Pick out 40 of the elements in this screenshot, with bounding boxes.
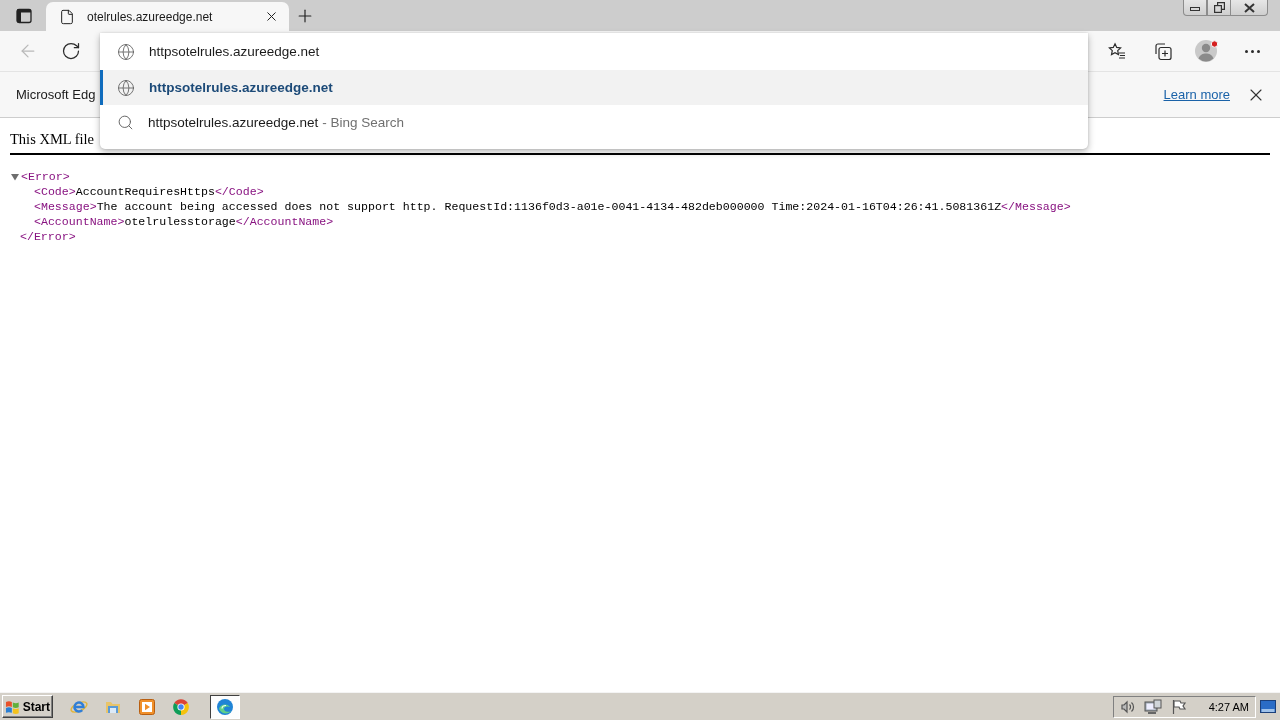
start-button[interactable]: Start (2, 695, 53, 718)
xml-tag: <Error> (21, 169, 70, 184)
address-field[interactable]: httpsotelrules.azureedge.net (100, 33, 1088, 70)
xml-style-note: This XML file (10, 131, 95, 148)
search-icon (117, 114, 134, 131)
infobar-message: Microsoft Edg (16, 87, 96, 102)
desktop-icon[interactable] (1260, 699, 1276, 714)
refresh-icon (61, 41, 81, 61)
learn-more-link[interactable]: Learn more (1163, 87, 1230, 102)
window-panel-icon (16, 8, 32, 24)
close-window-button[interactable] (1231, 0, 1268, 16)
close-icon (1243, 2, 1255, 13)
speaker-icon[interactable] (1118, 698, 1135, 715)
xml-element-line: <Message>The account being accessed does not support http. RequestId:1136f0d3-a01e-0041-4134-482deb000000 Time:2024-01-16T04:26:41.5081361Z</Message> (34, 199, 1071, 214)
page-icon (59, 8, 75, 25)
suggestion-item[interactable]: httpsotelrules.azureedge.net (100, 70, 1088, 105)
xml-element-line: <Code>AccountRequiresHttps</Code> (34, 184, 264, 199)
more-dots-icon (1244, 49, 1260, 53)
xml-tag: </Error> (20, 229, 76, 244)
restore-button[interactable] (1207, 0, 1231, 16)
minimize-icon (1190, 4, 1200, 11)
expand-triangle-icon[interactable] (11, 172, 19, 181)
avatar-icon (1195, 39, 1219, 63)
stacked-squares-plus-icon (1152, 41, 1172, 61)
network-computer-icon[interactable] (1143, 698, 1162, 715)
clock[interactable]: 4:27 AM (1208, 700, 1249, 713)
restore-icon (1213, 2, 1225, 13)
four-color-flag-icon (5, 698, 21, 715)
globe-icon (117, 42, 135, 61)
minimize-button[interactable] (1183, 0, 1207, 16)
browser-tab[interactable]: otelrules.azureedge.net (46, 2, 289, 31)
tricolor-ring-icon (172, 697, 190, 716)
wave-logo-icon (216, 697, 234, 716)
xml-element-line: <AccountName>otelrulesstorage</AccountName> (34, 214, 334, 229)
play-tile-icon (138, 697, 156, 716)
star-list-icon (1108, 42, 1126, 60)
active-taskbar-button[interactable] (210, 694, 240, 719)
suggestion-item[interactable]: httpsotelrules.azureedge.net - Bing Search (100, 105, 1088, 140)
flag-icon[interactable] (1170, 698, 1187, 715)
globe-icon (117, 78, 135, 97)
